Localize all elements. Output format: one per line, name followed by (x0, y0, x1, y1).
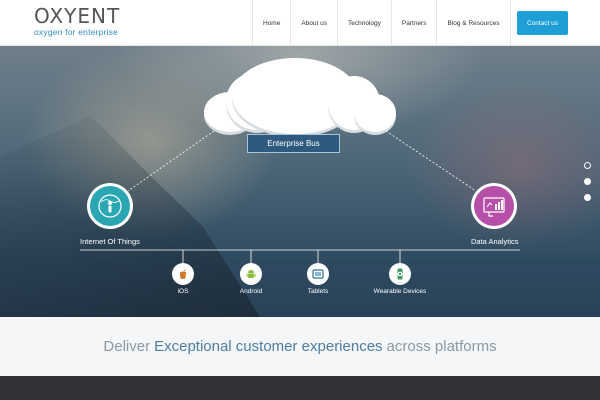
logo[interactable]: OXYENT oxygen for enterprise (34, 6, 120, 37)
page: OXYENT oxygen for enterprise Home About … (0, 0, 600, 400)
logo-wordmark: OXYENT (34, 4, 121, 28)
apple-icon[interactable] (172, 263, 194, 285)
tagline-pre: Deliver (103, 338, 151, 355)
nav-blog-resources[interactable]: Blog & Resources (436, 0, 511, 46)
contact-us-button[interactable]: Contact us (517, 11, 568, 35)
slider-dot-3[interactable] (584, 194, 591, 201)
android-icon[interactable] (240, 263, 262, 285)
slider-dot-1[interactable] (584, 162, 591, 169)
platform-label-ios: iOS (177, 288, 189, 295)
nav-about-us[interactable]: About us (290, 0, 337, 46)
wearable-icon[interactable] (389, 263, 411, 285)
tagline-post: across platforms (386, 338, 497, 355)
nav-home[interactable]: Home (252, 0, 290, 46)
hero-banner: Enterprise Bus Internet Of Things Data A… (0, 46, 600, 317)
nav-technology[interactable]: Technology (337, 0, 391, 46)
cloud-icon (204, 58, 396, 136)
internet-of-things-icon[interactable] (87, 183, 133, 229)
platform-label-tablets: Tablets (307, 288, 329, 295)
internet-of-things-label: Internet Of Things (80, 237, 140, 246)
tagline-highlight: Exceptional customer experiences (154, 338, 383, 355)
main-nav: Home About us Technology Partners Blog &… (252, 0, 511, 46)
tablet-icon[interactable] (307, 263, 329, 285)
data-analytics-label: Data Analytics (471, 237, 519, 246)
platform-label-wearable-devices: Wearable Devices (373, 288, 427, 295)
nav-partners[interactable]: Partners (390, 0, 437, 46)
data-analytics-icon[interactable] (471, 183, 517, 229)
enterprise-bus-label: Enterprise Bus (247, 134, 340, 153)
logo-tagline: oxygen for enterprise (34, 27, 119, 37)
site-header: OXYENT oxygen for enterprise Home About … (0, 0, 600, 46)
slider-dot-2[interactable] (584, 178, 591, 185)
platform-label-android: Android (239, 288, 263, 295)
tagline-band: Deliver Exceptional customer experiences… (0, 317, 600, 376)
technology-section (0, 376, 600, 400)
